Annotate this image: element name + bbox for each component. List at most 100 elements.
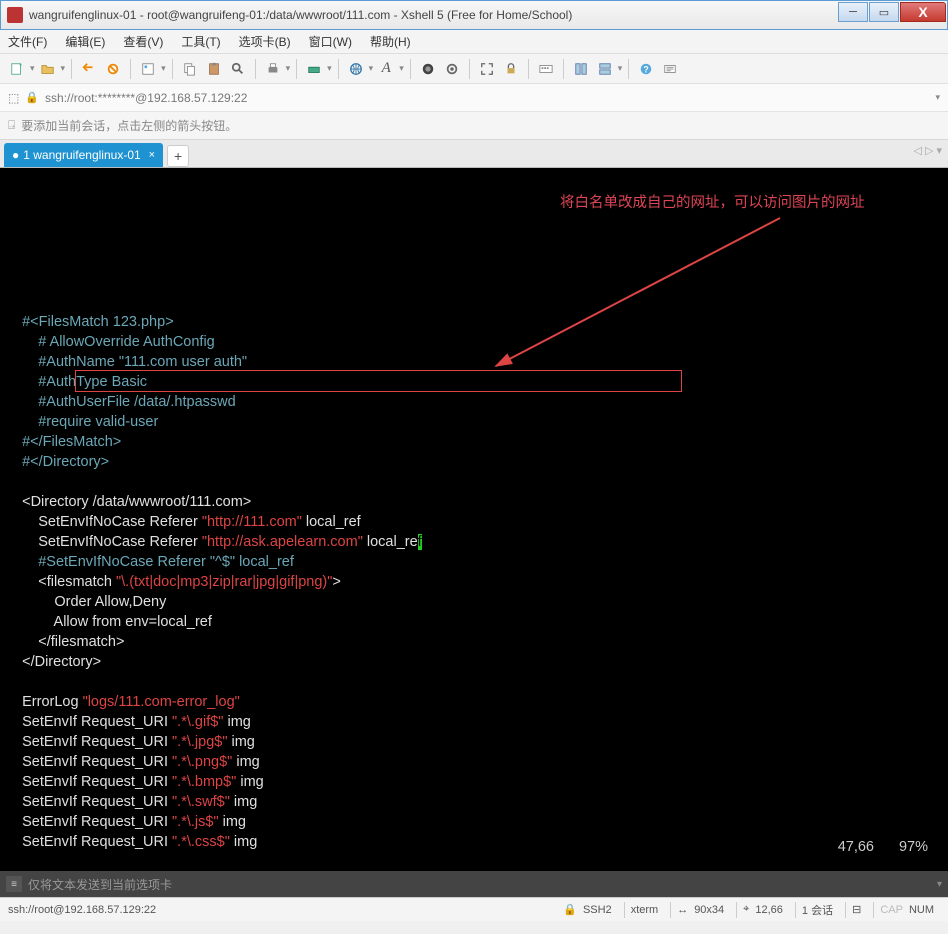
help-icon[interactable]: ? — [635, 58, 657, 80]
compose-placeholder: 仅将文本发送到当前选项卡 — [28, 876, 172, 893]
new-session-icon[interactable] — [6, 58, 28, 80]
address-text: ssh://root:********@192.168.57.129:22 — [45, 91, 247, 105]
compose-icon[interactable] — [659, 58, 681, 80]
terminal-line: SetEnvIfNoCase Referer "http://111.com" … — [6, 512, 942, 532]
menu-help[interactable]: 帮助(H) — [370, 33, 411, 50]
hint-text: 要添加当前会话，点击左侧的箭头按钮。 — [21, 117, 237, 134]
encoding-icon[interactable] — [345, 58, 367, 80]
color-scheme-icon[interactable] — [417, 58, 439, 80]
tab-status-icon: ● — [12, 148, 19, 162]
terminal-line: #</FilesMatch> — [6, 432, 942, 452]
annotation-text: 将白名单改成自己的网址，可以访问图片的网址 — [560, 193, 865, 213]
hint-bar: ⍈ 要添加当前会话，点击左侧的箭头按钮。 — [0, 112, 948, 140]
terminal-line: #require valid-user — [6, 412, 942, 432]
paste-icon[interactable] — [203, 58, 225, 80]
terminal-line: #</Directory> — [6, 452, 942, 472]
menu-window[interactable]: 窗口(W) — [309, 33, 352, 50]
print-icon[interactable] — [262, 58, 284, 80]
open-icon[interactable] — [37, 58, 59, 80]
host-icon: ⬚ — [8, 91, 19, 105]
menu-bar: 文件(F) 编辑(E) 查看(V) 工具(T) 选项卡(B) 窗口(W) 帮助(… — [0, 30, 948, 54]
terminal-line: #AuthType Basic — [6, 372, 942, 392]
fullscreen-icon[interactable] — [476, 58, 498, 80]
compose-dropdown-icon[interactable]: ▾ — [937, 879, 942, 890]
session-tab[interactable]: ● 1 wangruifenglinux-01 × — [4, 143, 163, 167]
minimize-button[interactable]: ─ — [838, 2, 868, 22]
lock-icon[interactable] — [500, 58, 522, 80]
tab-label: 1 wangruifenglinux-01 — [23, 148, 140, 162]
font-icon[interactable]: A — [375, 58, 397, 80]
disconnect-icon[interactable] — [102, 58, 124, 80]
maximize-button[interactable]: ▭ — [869, 2, 899, 22]
terminal-line — [6, 472, 942, 492]
address-bar[interactable]: ⬚ 🔒 ssh://root:********@192.168.57.129:2… — [0, 84, 948, 112]
new-tab-button[interactable]: + — [167, 145, 189, 167]
menu-view[interactable]: 查看(V) — [123, 33, 163, 50]
terminal-line: SetEnvIf Request_URI ".*\.swf$" img — [6, 792, 942, 812]
reconnect-icon[interactable] — [78, 58, 100, 80]
terminal-view[interactable]: 将白名单改成自己的网址，可以访问图片的网址 47,66 97% #<FilesM… — [0, 168, 948, 871]
keymap-icon[interactable] — [535, 58, 557, 80]
terminal-line: SetEnvIf Request_URI ".*\.css$" img — [6, 832, 942, 852]
status-num: NUM — [909, 904, 934, 916]
terminal-line — [6, 672, 942, 692]
terminal-line: # AllowOverride AuthConfig — [6, 332, 942, 352]
toolbar: ▾ ▾ ▾ ▾ ▾ ▾ A▾ ▾ ? — [0, 54, 948, 84]
terminal-line: SetEnvIf Request_URI ".*\.gif$" img — [6, 712, 942, 732]
cursor-icon: ⌖ — [743, 903, 749, 916]
status-term: xterm — [631, 904, 659, 916]
terminal-line: ErrorLog "logs/111.com-error_log" — [6, 692, 942, 712]
terminal-line: SetEnvIf Request_URI ".*\.js$" img — [6, 812, 942, 832]
tile-h-icon[interactable] — [570, 58, 592, 80]
window-title: wangruifenglinux-01 - root@wangruifeng-0… — [29, 8, 947, 22]
vim-scroll-pct: 97% — [899, 837, 928, 857]
properties-icon[interactable] — [137, 58, 159, 80]
close-button[interactable]: X — [900, 2, 946, 22]
app-icon — [7, 7, 23, 23]
terminal-line: Order Allow,Deny — [6, 592, 942, 612]
minimize-tray-icon[interactable]: ⊟ — [852, 903, 861, 916]
tab-bar: ● 1 wangruifenglinux-01 × + ◁ ▷ ▾ — [0, 140, 948, 168]
terminal-line: #<FilesMatch 123.php> — [6, 312, 942, 332]
highlight-icon[interactable] — [441, 58, 463, 80]
lock-small-icon: 🔒 — [25, 91, 39, 104]
terminal-line: </filesmatch> — [6, 632, 942, 652]
terminal-line: #SetEnvIfNoCase Referer "^$" local_ref — [6, 552, 942, 572]
window-titlebar: wangruifenglinux-01 - root@wangruifeng-0… — [0, 0, 948, 30]
terminal-line: <filesmatch "\.(txt|doc|mp3|zip|rar|jpg|… — [6, 572, 942, 592]
status-bar: ssh://root@192.168.57.129:22 🔒 SSH2 xter… — [0, 897, 948, 921]
copy-icon[interactable] — [179, 58, 201, 80]
terminal-line: #AuthName "111.com user auth" — [6, 352, 942, 372]
address-dropdown-icon[interactable]: ▾ — [935, 92, 940, 103]
terminal-line: SetEnvIf Request_URI ".*\.png$" img — [6, 752, 942, 772]
terminal-line — [6, 852, 942, 871]
tile-v-icon[interactable] — [594, 58, 616, 80]
size-icon: ↔ — [677, 904, 688, 916]
compose-mode-icon[interactable]: ≡ — [6, 876, 22, 892]
find-icon[interactable] — [227, 58, 249, 80]
status-cap: CAP — [880, 904, 903, 916]
xftp-icon[interactable] — [303, 58, 325, 80]
status-address: ssh://root@192.168.57.129:22 — [8, 904, 156, 916]
tab-close-icon[interactable]: × — [149, 149, 155, 161]
svg-text:?: ? — [644, 64, 649, 74]
terminal-line: </Directory> — [6, 652, 942, 672]
status-cursor: 12,66 — [755, 904, 783, 916]
status-size: 90x34 — [694, 904, 724, 916]
vim-cursor-pos: 47,66 — [838, 837, 874, 857]
tab-nav[interactable]: ◁ ▷ ▾ — [913, 144, 942, 157]
menu-tools[interactable]: 工具(T) — [181, 33, 220, 50]
terminal-line: #AuthUserFile /data/.htpasswd — [6, 392, 942, 412]
compose-bar[interactable]: ≡ 仅将文本发送到当前选项卡 ▾ — [0, 871, 948, 897]
terminal-line: Allow from env=local_ref — [6, 612, 942, 632]
menu-edit[interactable]: 编辑(E) — [65, 33, 105, 50]
menu-file[interactable]: 文件(F) — [8, 33, 47, 50]
bookmark-icon[interactable]: ⍈ — [8, 118, 15, 133]
status-sessions: 1 会话 — [802, 902, 833, 918]
ssh-icon: 🔒 — [563, 903, 577, 916]
status-proto: SSH2 — [583, 904, 612, 916]
terminal-line: SetEnvIf Request_URI ".*\.jpg$" img — [6, 732, 942, 752]
menu-tabs[interactable]: 选项卡(B) — [239, 33, 291, 50]
terminal-line: <Directory /data/wwwroot/111.com> — [6, 492, 942, 512]
terminal-line: SetEnvIfNoCase Referer "http://ask.apele… — [6, 532, 942, 552]
